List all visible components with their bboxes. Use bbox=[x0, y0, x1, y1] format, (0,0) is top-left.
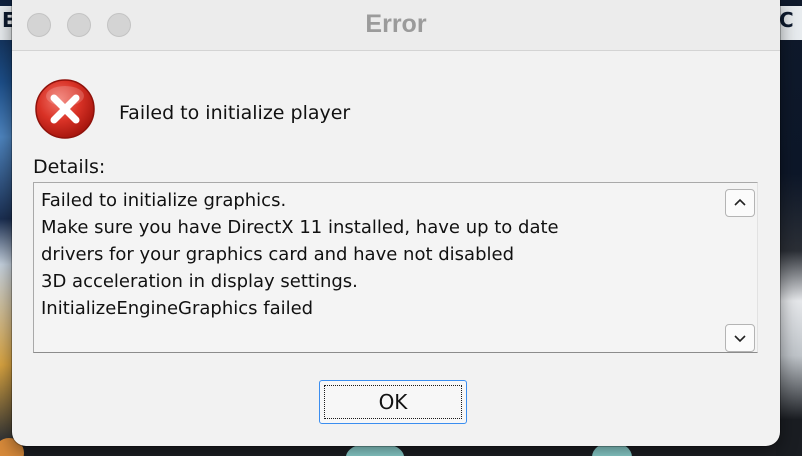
details-text-area[interactable]: Failed to initialize graphics. Make sure… bbox=[33, 182, 758, 353]
scroll-up-button[interactable] bbox=[725, 189, 755, 217]
details-label: Details: bbox=[33, 156, 106, 178]
chevron-down-icon bbox=[734, 335, 746, 343]
title-bar: Error bbox=[12, 0, 780, 51]
window-title: Error bbox=[365, 10, 427, 38]
scroll-down-button[interactable] bbox=[725, 324, 755, 352]
error-x-icon bbox=[35, 79, 95, 139]
ok-button[interactable]: OK bbox=[319, 380, 467, 424]
chevron-up-icon bbox=[734, 198, 746, 206]
details-text: Failed to initialize graphics. Make sure… bbox=[41, 190, 559, 319]
error-dialog: Error Failed to initialize player Detail… bbox=[12, 0, 780, 446]
error-headline: Failed to initialize player bbox=[119, 102, 351, 124]
ok-button-label: OK bbox=[378, 390, 408, 414]
